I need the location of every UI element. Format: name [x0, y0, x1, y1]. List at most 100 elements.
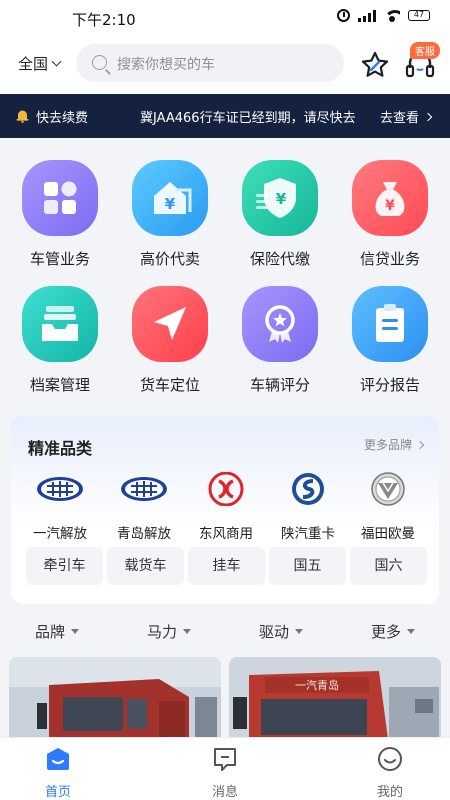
favorite-star-icon[interactable]	[360, 50, 390, 80]
listing-card[interactable]	[9, 657, 221, 747]
brand-name: 一汽解放	[33, 526, 87, 542]
brand-name: 福田欧曼	[361, 526, 415, 542]
service-label: 货车定位	[139, 376, 200, 394]
chevron-right-icon	[423, 112, 433, 121]
brand-qingdao-faw[interactable]: 青岛解放	[102, 472, 186, 542]
signal-icon	[358, 9, 376, 22]
search-placeholder: 搜索你想买的车	[117, 57, 215, 73]
search-input[interactable]: 搜索你想买的车	[76, 44, 344, 82]
chevron-down-icon	[51, 56, 62, 67]
service-rating-report[interactable]: 评分报告	[335, 286, 445, 395]
service-vehicle-rating[interactable]: 车辆评分	[225, 286, 335, 395]
svg-text:¥: ¥	[385, 198, 395, 214]
brand-faw[interactable]: 一汽解放	[18, 472, 102, 542]
brand-dongfeng[interactable]: 东风商用	[184, 471, 268, 542]
award-badge-icon	[242, 286, 318, 362]
faw-logo-icon	[37, 477, 83, 501]
filter-label: 马力	[147, 623, 178, 641]
caret-down-icon	[295, 629, 304, 634]
service-archive[interactable]: 档案管理	[5, 286, 115, 395]
nav-label: 我的	[376, 785, 403, 800]
caret-down-icon	[407, 629, 416, 634]
nav-messages[interactable]: 消息	[180, 746, 270, 800]
status-time: 下午2:10	[72, 11, 136, 29]
category-tag[interactable]: 牵引车	[26, 547, 103, 585]
status-icons: 47	[337, 9, 430, 22]
status-bar: 下午2:10 47	[0, 0, 450, 36]
faw-logo-icon	[121, 477, 167, 501]
service-label: 车管业务	[29, 250, 90, 268]
search-icon	[92, 55, 107, 70]
filter-bar: 品牌 马力 驱动 更多	[0, 612, 450, 650]
service-credit[interactable]: ¥ 信贷业务	[335, 160, 445, 269]
service-label: 信贷业务	[359, 250, 420, 268]
archive-tray-icon	[22, 286, 98, 362]
profile-smile-icon	[378, 747, 402, 771]
filter-horsepower[interactable]: 马力	[147, 621, 192, 642]
service-grid: 车管业务 ¥ 高价代卖 ¥ 保险代缴 ¥ 信贷业务 档案管理 货车定位 车辆评分…	[0, 138, 450, 408]
caret-down-icon	[183, 629, 192, 634]
category-tag[interactable]: 挂车	[188, 547, 265, 585]
report-clipboard-icon	[352, 286, 428, 362]
location-arrow-icon	[132, 286, 208, 362]
category-tag[interactable]: 国六	[350, 547, 427, 585]
dongfeng-logo-icon	[208, 471, 244, 507]
foton-logo-icon	[371, 472, 405, 506]
listing-card[interactable]: 一汽青岛	[229, 657, 441, 747]
brand-foton-auman[interactable]: 福田欧曼	[346, 472, 430, 542]
notice-action-label: 去查看	[380, 111, 420, 126]
nav-home[interactable]: 首页	[13, 746, 103, 800]
shacman-logo-icon	[292, 473, 324, 505]
truck-photo: 一汽青岛	[229, 657, 441, 747]
nav-profile[interactable]: 我的	[345, 746, 435, 800]
message-icon	[214, 748, 236, 771]
category-card: 精准品类 更多品牌 一汽解放 青岛解放 东风商用 陕汽重卡 福田欧曼 牵引车 载…	[11, 416, 439, 604]
nav-label: 首页	[44, 785, 71, 800]
nav-label: 消息	[211, 785, 238, 800]
service-vehicle-admin[interactable]: 车管业务	[5, 160, 115, 269]
grid-apps-icon	[22, 160, 98, 236]
caret-down-icon	[71, 629, 80, 634]
insurance-shield-icon: ¥	[242, 160, 318, 236]
notice-label: 快去续费	[36, 111, 89, 126]
brand-name: 陕汽重卡	[281, 526, 335, 542]
service-truck-locate[interactable]: 货车定位	[115, 286, 225, 395]
brand-name: 东风商用	[199, 526, 253, 542]
battery-icon: 47	[408, 10, 430, 21]
wifi-icon	[384, 9, 400, 22]
service-high-price-sale[interactable]: ¥ 高价代卖	[115, 160, 225, 269]
service-label: 保险代缴	[249, 250, 310, 268]
region-selector[interactable]: 全国	[18, 53, 62, 74]
price-house-icon: ¥	[132, 160, 208, 236]
filter-drive[interactable]: 驱动	[259, 621, 304, 642]
service-insurance[interactable]: ¥ 保险代缴	[225, 160, 335, 269]
filter-label: 品牌	[35, 623, 66, 641]
category-title: 精准品类	[28, 439, 93, 458]
bottom-nav: 首页 消息 我的	[0, 737, 450, 800]
more-brands-label: 更多品牌	[363, 438, 412, 452]
service-label: 评分报告	[359, 376, 420, 394]
svg-text:一汽青岛: 一汽青岛	[295, 678, 339, 692]
alarm-icon	[337, 9, 350, 22]
bell-icon	[16, 110, 29, 123]
svg-text:¥: ¥	[165, 195, 176, 213]
truck-photo	[9, 657, 221, 747]
renewal-notice-bar[interactable]: 快去续费 冀JAA466行车证已经到期，请尽快去 去查看	[0, 94, 450, 138]
customer-service-badge[interactable]: 客服	[410, 42, 440, 59]
category-tag[interactable]: 国五	[269, 547, 346, 585]
region-label: 全国	[18, 55, 49, 73]
brand-shacman[interactable]: 陕汽重卡	[266, 472, 350, 542]
svg-text:¥: ¥	[276, 190, 287, 208]
brand-name: 青岛解放	[117, 526, 171, 542]
service-label: 高价代卖	[139, 250, 200, 268]
notice-message: 冀JAA466行车证已经到期，请尽快去	[140, 111, 356, 126]
filter-more[interactable]: 更多	[371, 621, 416, 642]
service-label: 档案管理	[29, 376, 90, 394]
more-brands-link[interactable]: 更多品牌	[363, 436, 425, 453]
filter-brand[interactable]: 品牌	[35, 621, 80, 642]
app-screen: 下午2:10 47 全国 搜索你想买的车 客服 快去续费 冀JAA466行车证已…	[0, 0, 450, 800]
filter-label: 更多	[371, 623, 402, 641]
notice-view-link[interactable]: 去查看	[380, 107, 433, 126]
category-tag[interactable]: 载货车	[107, 547, 184, 585]
chevron-right-icon	[415, 440, 425, 449]
